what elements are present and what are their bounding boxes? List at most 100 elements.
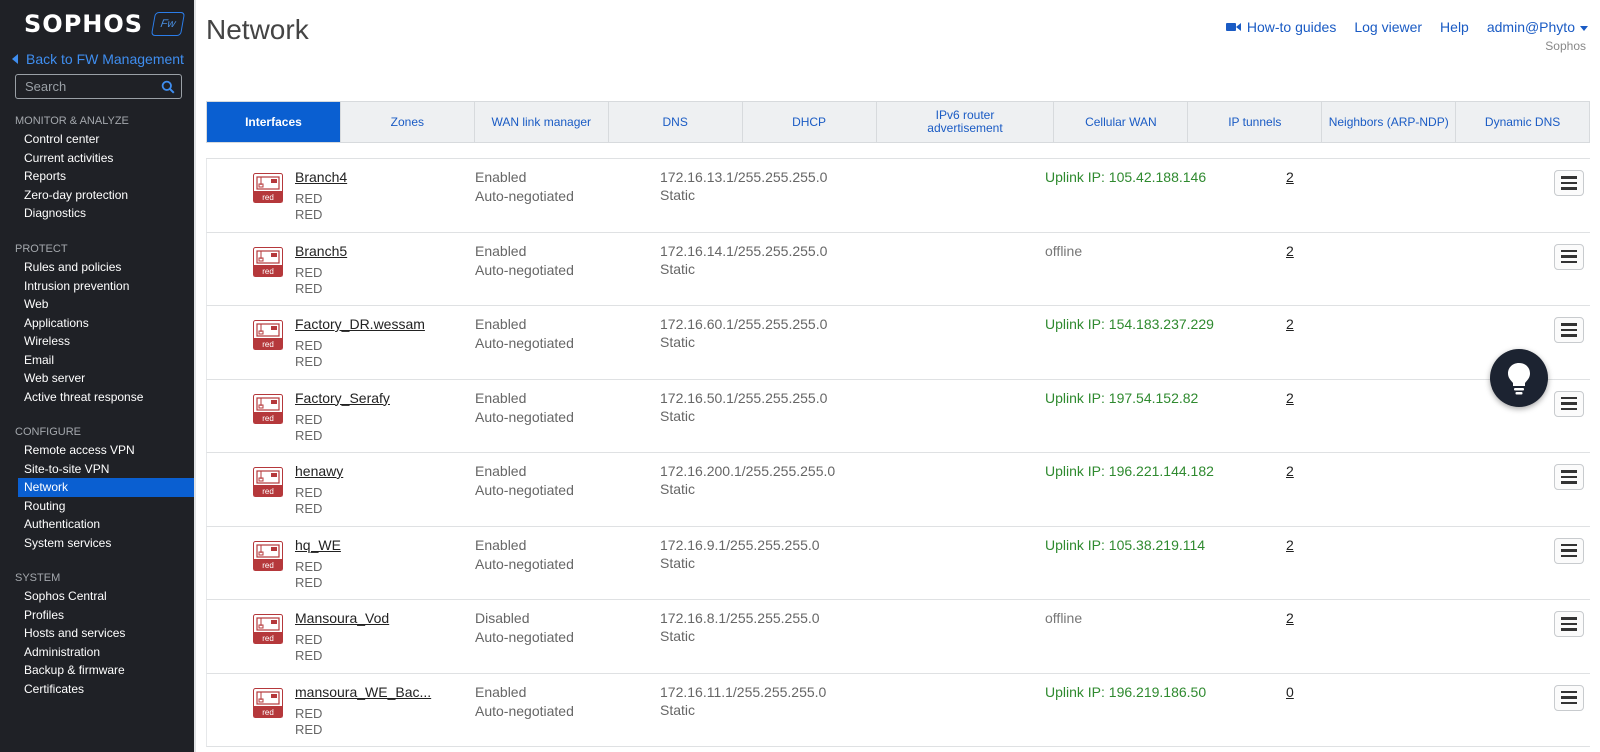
nav-section-protect: PROTECT Rules and policies Intrusion pre… [0, 240, 194, 406]
interface-name-link[interactable]: henawy [295, 463, 343, 479]
table-row: red Branch5 RED RED Enabled Auto-negotia… [206, 232, 1590, 306]
tab-interfaces[interactable]: Interfaces [207, 102, 341, 142]
nav-item-email[interactable]: Email [0, 351, 194, 370]
interface-name-link[interactable]: Branch5 [295, 243, 347, 259]
nav-item-hosts-and-services[interactable]: Hosts and services [0, 624, 194, 643]
tab-ip-tunnels[interactable]: IP tunnels [1188, 102, 1323, 142]
nav-item-administration[interactable]: Administration [0, 643, 194, 662]
row-menu-button[interactable] [1554, 684, 1584, 711]
interface-ip-mode: Static [660, 187, 696, 203]
nav-item-authentication[interactable]: Authentication [0, 515, 194, 534]
how-to-guides-link[interactable]: How-to guides [1225, 19, 1337, 35]
nav-item-remote-access-vpn[interactable]: Remote access VPN [0, 441, 194, 460]
interface-ip: 172.16.11.1/255.255.255.0 [660, 683, 827, 700]
interface-count-link[interactable]: 2 [1286, 537, 1294, 553]
nav-item-web[interactable]: Web [0, 295, 194, 314]
interface-count-link[interactable]: 2 [1286, 390, 1294, 406]
interface-hardware: RED [295, 354, 323, 369]
hamburger-line [1561, 701, 1577, 705]
nav-item-diagnostics[interactable]: Diagnostics [0, 204, 194, 223]
interface-hardware: RED [295, 501, 323, 516]
nav-item-site-to-site-vpn[interactable]: Site-to-site VPN [0, 460, 194, 479]
tab-ipv6-router-advertisement[interactable]: IPv6 router advertisement [877, 102, 1055, 142]
log-viewer-link[interactable]: Log viewer [1354, 19, 1422, 35]
tab-dns[interactable]: DNS [609, 102, 743, 142]
nav-section-monitor: MONITOR & ANALYZE Control center Current… [0, 112, 194, 223]
nav-item-wireless[interactable]: Wireless [0, 332, 194, 351]
hamburger-line [1561, 260, 1577, 264]
hamburger-line [1561, 554, 1577, 558]
nav-item-active-threat-response[interactable]: Active threat response [0, 388, 194, 407]
interface-ip-mode: Static [660, 701, 696, 718]
nav-item-reports[interactable]: Reports [0, 167, 194, 186]
tab-zones[interactable]: Zones [341, 102, 475, 142]
nav-item-control-center[interactable]: Control center [0, 130, 194, 149]
sidebar: SOPHOS Fw Back to FW Management MONITOR … [0, 0, 194, 752]
search-icon[interactable] [161, 80, 175, 94]
row-menu-button[interactable] [1554, 390, 1584, 417]
row-menu-button[interactable] [1554, 464, 1584, 490]
nav-item-backup-firmware[interactable]: Backup & firmware [0, 661, 194, 680]
interface-count-link[interactable]: 2 [1286, 610, 1294, 626]
interface-type: RED [295, 558, 323, 574]
hamburger-line [1561, 628, 1577, 631]
nav-item-rules-and-policies[interactable]: Rules and policies [0, 258, 194, 277]
interface-hardware: RED [295, 427, 323, 443]
interface-name-link[interactable]: Branch4 [295, 169, 347, 185]
svg-text:red: red [262, 561, 274, 570]
hamburger-menu-icon [1561, 470, 1577, 473]
interface-name-link[interactable]: mansoura_WE_Bac... [295, 684, 431, 700]
nav-item-intrusion-prevention[interactable]: Intrusion prevention [0, 277, 194, 296]
interface-status: Enabled [475, 463, 527, 479]
interface-name-link[interactable]: hq_WE [295, 537, 341, 553]
tab-wan-link-manager[interactable]: WAN link manager [475, 102, 609, 142]
top-links: How-to guides Log viewer Help admin@Phyt… [1208, 19, 1588, 35]
interface-count-link[interactable]: 2 [1286, 243, 1294, 259]
nav-item-zero-day-protection[interactable]: Zero-day protection [0, 186, 194, 205]
table-row: red henawy RED RED Enabled Auto-negotiat… [206, 453, 1590, 527]
tab-dhcp[interactable]: DHCP [743, 102, 877, 142]
user-name: admin@Phyto [1486, 19, 1575, 35]
interface-negotiation: Auto-negotiated [475, 408, 574, 425]
interface-negotiation: Auto-negotiated [475, 702, 574, 719]
hamburger-menu-icon [1561, 249, 1577, 253]
interface-count-link[interactable]: 0 [1286, 684, 1294, 700]
interface-negotiation: Auto-negotiated [475, 555, 574, 572]
back-to-fw-management-link[interactable]: Back to FW Management [12, 51, 184, 67]
help-link[interactable]: Help [1440, 19, 1469, 35]
red-interface-icon: red [253, 393, 283, 424]
interface-name-link[interactable]: Mansoura_Vod [295, 610, 389, 626]
nav-item-system-services[interactable]: System services [0, 534, 194, 553]
nav-item-current-activities[interactable]: Current activities [0, 149, 194, 168]
nav-item-web-server[interactable]: Web server [0, 369, 194, 388]
row-menu-button[interactable] [1554, 537, 1584, 564]
video-camera-lens [1235, 23, 1241, 31]
help-assistant-button[interactable] [1490, 349, 1548, 407]
nav-item-routing[interactable]: Routing [0, 497, 194, 516]
row-menu-button[interactable] [1554, 170, 1584, 196]
search-input[interactable] [16, 78, 157, 95]
tab-neighbors-arp-ndp[interactable]: Neighbors (ARP-NDP) [1322, 102, 1457, 142]
row-menu-button[interactable] [1554, 243, 1584, 270]
interface-count-link[interactable]: 2 [1286, 463, 1294, 479]
nav-item-profiles[interactable]: Profiles [0, 606, 194, 625]
nav-item-applications[interactable]: Applications [0, 314, 194, 333]
svg-text:red: red [262, 193, 274, 202]
interface-name-link[interactable]: Factory_Serafy [295, 390, 390, 406]
tab-cellular-wan[interactable]: Cellular WAN [1054, 102, 1189, 142]
tab-dynamic-dns[interactable]: Dynamic DNS [1456, 102, 1589, 142]
how-to-guides-label: How-to guides [1246, 19, 1337, 35]
interface-count-link[interactable]: 2 [1286, 316, 1294, 332]
interface-name-link[interactable]: Factory_DR.wessam [295, 316, 425, 332]
row-menu-button[interactable] [1554, 317, 1584, 343]
nav-item-sophos-central[interactable]: Sophos Central [0, 587, 194, 606]
interface-count-link[interactable]: 2 [1286, 169, 1294, 185]
hamburger-menu-icon [1561, 690, 1577, 694]
sophos-logo[interactable]: SOPHOS Fw [24, 10, 186, 38]
nav-item-certificates[interactable]: Certificates [0, 680, 194, 699]
row-menu-button[interactable] [1554, 611, 1584, 637]
interfaces-table: red Branch4 RED RED Enabled Auto-negotia… [206, 158, 1590, 747]
user-menu[interactable]: admin@Phyto [1487, 19, 1588, 35]
svg-text:red: red [262, 340, 274, 349]
nav-item-network[interactable]: Network [18, 478, 194, 497]
